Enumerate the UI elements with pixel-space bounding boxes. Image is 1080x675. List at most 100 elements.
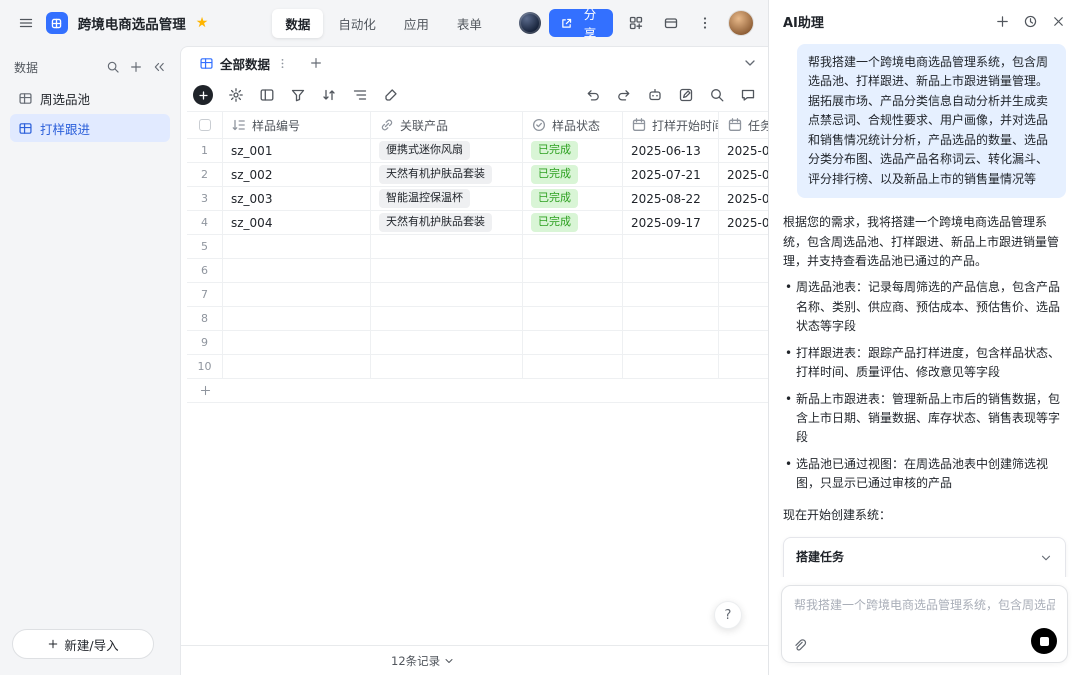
cell-start-date[interactable]: 2025-09-17 <box>623 211 719 234</box>
add-record-button[interactable] <box>193 85 213 105</box>
product-tag[interactable]: 天然有机护肤品套装 <box>379 213 492 231</box>
card-view-icon[interactable] <box>259 87 275 103</box>
paint-format-icon[interactable] <box>383 87 399 103</box>
chevron-down-icon[interactable] <box>443 655 455 667</box>
table-row[interactable]: 1sz_001便携式迷你风扇已完成2025-06-132025-0 <box>187 139 768 163</box>
cell-status[interactable] <box>523 259 623 282</box>
row-number[interactable]: 4 <box>187 211 223 234</box>
cell-start-date[interactable] <box>623 283 719 306</box>
cell-start-date[interactable] <box>623 355 719 378</box>
row-number[interactable]: 1 <box>187 139 223 162</box>
group-icon[interactable] <box>352 87 368 103</box>
cell-status[interactable] <box>523 355 623 378</box>
tab-forms[interactable]: 表单 <box>444 9 495 38</box>
cell-product[interactable]: 便携式迷你风扇 <box>371 139 523 162</box>
column-header[interactable]: 关联产品 <box>371 112 523 138</box>
row-number[interactable]: 8 <box>187 307 223 330</box>
cell-sample-id[interactable]: sz_003 <box>223 187 371 210</box>
cell-task[interactable] <box>719 259 768 282</box>
attachment-icon[interactable] <box>792 638 807 653</box>
plugin-icon[interactable] <box>624 11 648 35</box>
sort-icon[interactable] <box>321 87 337 103</box>
cell-product[interactable] <box>371 259 523 282</box>
row-number[interactable]: 5 <box>187 235 223 258</box>
cell-product[interactable] <box>371 355 523 378</box>
more-icon[interactable] <box>693 11 717 35</box>
cell-start-date[interactable] <box>623 331 719 354</box>
tab-apps[interactable]: 应用 <box>391 9 442 38</box>
ai-input[interactable]: 帮我搭建一个跨境电商选品管理系统，包含周选品... <box>781 585 1068 663</box>
status-tag[interactable]: 已完成 <box>531 213 578 231</box>
column-header[interactable]: 打样开始时间 <box>623 112 719 138</box>
table-row[interactable]: 9 <box>187 331 768 355</box>
redo-icon[interactable] <box>616 87 632 103</box>
new-chat-icon[interactable] <box>995 14 1010 29</box>
assistant-orb-icon[interactable] <box>519 12 541 34</box>
cell-task[interactable] <box>719 331 768 354</box>
chevron-down-icon[interactable] <box>1039 551 1053 565</box>
table-row[interactable]: 5 <box>187 235 768 259</box>
search-icon[interactable] <box>709 87 725 103</box>
cell-task[interactable] <box>719 355 768 378</box>
chevron-down-icon[interactable] <box>742 55 758 71</box>
cell-product[interactable]: 天然有机护肤品套装 <box>371 163 523 186</box>
sidebar-item-sampling[interactable]: 打样跟进 <box>10 114 170 142</box>
cell-start-date[interactable] <box>623 259 719 282</box>
row-number[interactable]: 7 <box>187 283 223 306</box>
cell-product[interactable] <box>371 283 523 306</box>
cell-product[interactable]: 天然有机护肤品套装 <box>371 211 523 234</box>
cell-task[interactable]: 2025-0 <box>719 139 768 162</box>
cell-sample-id[interactable] <box>223 283 371 306</box>
row-number[interactable]: 2 <box>187 163 223 186</box>
sidebar-item-weekly-pool[interactable]: 周选品池 <box>10 84 170 112</box>
bot-icon[interactable] <box>647 87 663 103</box>
edit-record-icon[interactable] <box>678 87 694 103</box>
cell-task[interactable] <box>719 235 768 258</box>
cell-status[interactable] <box>523 235 623 258</box>
product-tag[interactable]: 智能温控保温杯 <box>379 189 470 207</box>
cell-task[interactable]: 2025-0 <box>719 187 768 210</box>
cell-status[interactable]: 已完成 <box>523 211 623 234</box>
cell-sample-id[interactable]: sz_002 <box>223 163 371 186</box>
table-row[interactable]: 2sz_002天然有机护肤品套装已完成2025-07-212025-0 <box>187 163 768 187</box>
tab-data[interactable]: 数据 <box>272 9 323 38</box>
cell-status[interactable] <box>523 307 623 330</box>
cell-start-date[interactable]: 2025-08-22 <box>623 187 719 210</box>
cell-sample-id[interactable] <box>223 331 371 354</box>
avatar[interactable] <box>728 10 754 36</box>
row-number[interactable]: 3 <box>187 187 223 210</box>
cell-start-date[interactable] <box>623 235 719 258</box>
cell-start-date[interactable]: 2025-07-21 <box>623 163 719 186</box>
history-icon[interactable] <box>1023 14 1038 29</box>
cell-product[interactable] <box>371 235 523 258</box>
table-row[interactable]: 8 <box>187 307 768 331</box>
cell-sample-id[interactable] <box>223 235 371 258</box>
row-number[interactable]: 10 <box>187 355 223 378</box>
new-import-button[interactable]: 新建/导入 <box>12 629 154 659</box>
cell-start-date[interactable] <box>623 307 719 330</box>
add-row-button[interactable] <box>187 379 768 403</box>
help-button[interactable]: ? <box>714 601 742 629</box>
cell-task[interactable] <box>719 307 768 330</box>
view-more-icon[interactable] <box>276 57 289 70</box>
cell-sample-id[interactable]: sz_004 <box>223 211 371 234</box>
cell-status[interactable]: 已完成 <box>523 139 623 162</box>
cell-status[interactable] <box>523 331 623 354</box>
cell-sample-id[interactable] <box>223 307 371 330</box>
add-table-icon[interactable] <box>129 60 143 74</box>
cell-product[interactable] <box>371 307 523 330</box>
cell-task[interactable] <box>719 283 768 306</box>
cell-status[interactable] <box>523 283 623 306</box>
add-view-button[interactable] <box>309 56 323 70</box>
table-row[interactable]: 4sz_004天然有机护肤品套装已完成2025-09-172025-0 <box>187 211 768 235</box>
cell-status[interactable]: 已完成 <box>523 187 623 210</box>
column-header[interactable]: 样品编号 <box>223 112 371 138</box>
row-number[interactable]: 6 <box>187 259 223 282</box>
column-header[interactable]: 任务 <box>719 112 768 138</box>
window-icon[interactable] <box>659 11 683 35</box>
search-icon[interactable] <box>106 60 120 74</box>
close-icon[interactable] <box>1051 14 1066 29</box>
settings-icon[interactable] <box>228 87 244 103</box>
cell-product[interactable]: 智能温控保温杯 <box>371 187 523 210</box>
table-row[interactable]: 7 <box>187 283 768 307</box>
